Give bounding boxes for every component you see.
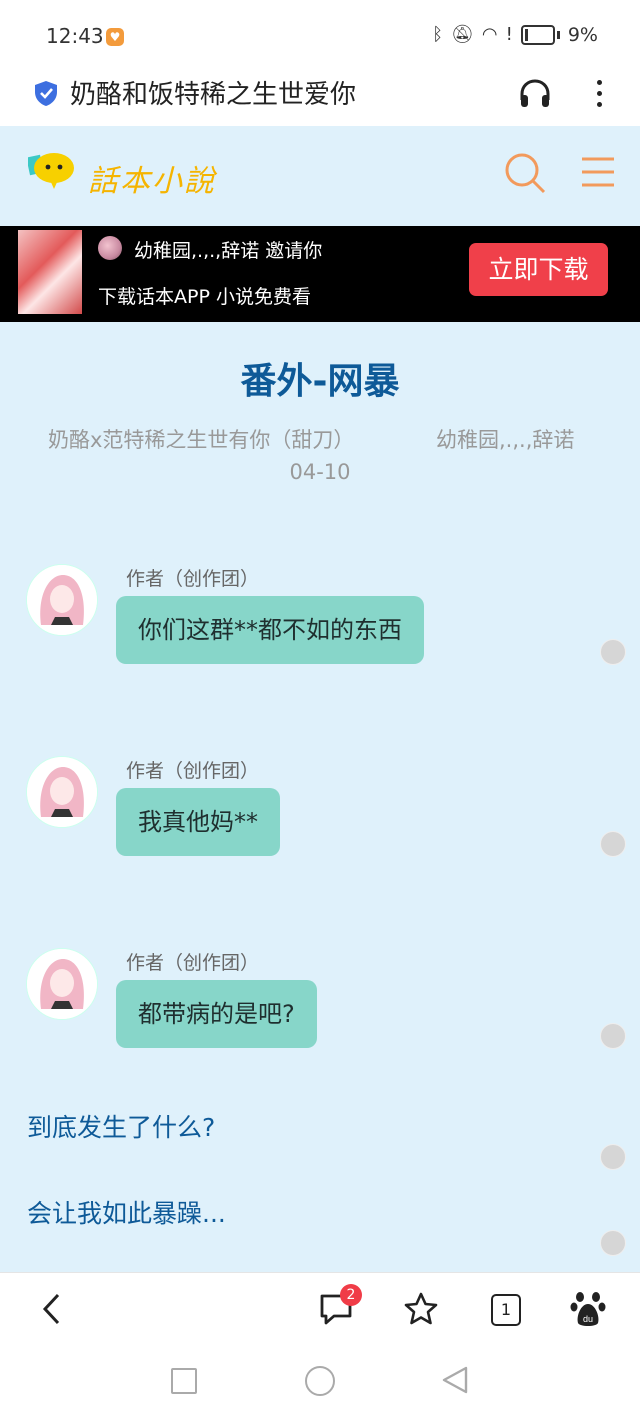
narration-line: 会让我如此暴躁... [27, 1199, 226, 1228]
chat-message: 作者（创作团） 你们这群**都不如的东西 [0, 564, 640, 684]
chapter-title: 番外-网暴 [240, 361, 400, 402]
bluetooth-icon: ᛒ [432, 24, 444, 45]
comment-dot[interactable] [600, 831, 626, 857]
message-author: 作者（创作团） [126, 760, 260, 782]
baidu-paw-icon[interactable]: du [570, 1290, 606, 1328]
message-bubble: 我真他妈** [116, 788, 280, 856]
home-icon[interactable] [305, 1366, 335, 1396]
status-icons: ᛒ 🔕︎ ◠ ! 9% [432, 24, 598, 46]
app-download-banner[interactable]: 幼稚园,.,.,辞诺 邀请你 下载话本APP 小说免费看 立即下载 [0, 226, 640, 322]
notification-app-icon: ♥ [106, 28, 124, 46]
menu-icon[interactable] [580, 156, 616, 188]
comment-dot[interactable] [600, 639, 626, 665]
back-icon[interactable] [40, 1292, 64, 1326]
logo-text[interactable]: 話本小說 [88, 156, 216, 200]
status-time: 12:43 [46, 24, 104, 48]
comments-badge: 2 [340, 1284, 362, 1306]
chapter-date: 04-10 [289, 460, 351, 484]
message-bubble: 都带病的是吧? [116, 980, 317, 1048]
headphones-icon[interactable] [518, 78, 552, 110]
comment-dot[interactable] [600, 1023, 626, 1049]
recent-apps-icon[interactable] [171, 1368, 197, 1394]
shield-icon [35, 81, 57, 106]
message-bubble: 你们这群**都不如的东西 [116, 596, 424, 664]
download-button[interactable]: 立即下载 [469, 243, 608, 296]
tabs-icon[interactable]: 1 [491, 1294, 521, 1326]
author-avatar[interactable] [26, 756, 98, 828]
page-title[interactable]: 奶酪和饭特稀之生世爱你 [70, 74, 356, 111]
mute-icon: 🔕︎ [451, 24, 474, 45]
chat-message: 作者（创作团） 我真他妈** [0, 756, 640, 876]
status-bar: 12:43 ♥ ᛒ 🔕︎ ◠ ! 9% [0, 0, 640, 70]
author-avatar[interactable] [26, 948, 98, 1020]
message-author: 作者（创作团） [126, 568, 260, 590]
message-author: 作者（创作团） [126, 952, 260, 974]
alert-icon: ! [505, 24, 513, 45]
battery-level: 9% [567, 24, 598, 46]
battery-icon [520, 25, 555, 45]
back-nav-icon[interactable] [440, 1365, 470, 1395]
banner-tagline: 下载话本APP 小说免费看 [98, 286, 311, 308]
logo-icon[interactable] [28, 150, 76, 190]
more-menu-icon[interactable] [594, 76, 604, 110]
inviter-avatar [98, 236, 122, 260]
svg-text:du: du [583, 1314, 593, 1324]
author-link[interactable]: 幼稚园,.,.,辞诺 [436, 424, 574, 454]
author-avatar[interactable] [26, 564, 98, 636]
bookmark-star-icon[interactable] [403, 1291, 439, 1327]
book-title-link[interactable]: 奶酪x范特稀之生世有你（甜刀） [48, 424, 354, 454]
web-page: 話本小說 幼稚园,.,.,辞诺 邀请你 下载话本APP 小说免费看 立即下载 番… [0, 126, 640, 1272]
battery-tip [556, 31, 560, 39]
site-header: 話本小說 [0, 126, 640, 226]
comment-dot[interactable] [600, 1230, 626, 1256]
narration-line: 到底发生了什么? [27, 1113, 216, 1142]
banner-invite-text: 幼稚园,.,.,辞诺 邀请你 [134, 240, 323, 262]
banner-cover-image [18, 230, 82, 314]
wifi-icon: ◠ [481, 24, 498, 45]
comment-dot[interactable] [600, 1144, 626, 1170]
search-icon[interactable] [504, 152, 546, 194]
chat-message: 作者（创作团） 都带病的是吧? [0, 948, 640, 1068]
